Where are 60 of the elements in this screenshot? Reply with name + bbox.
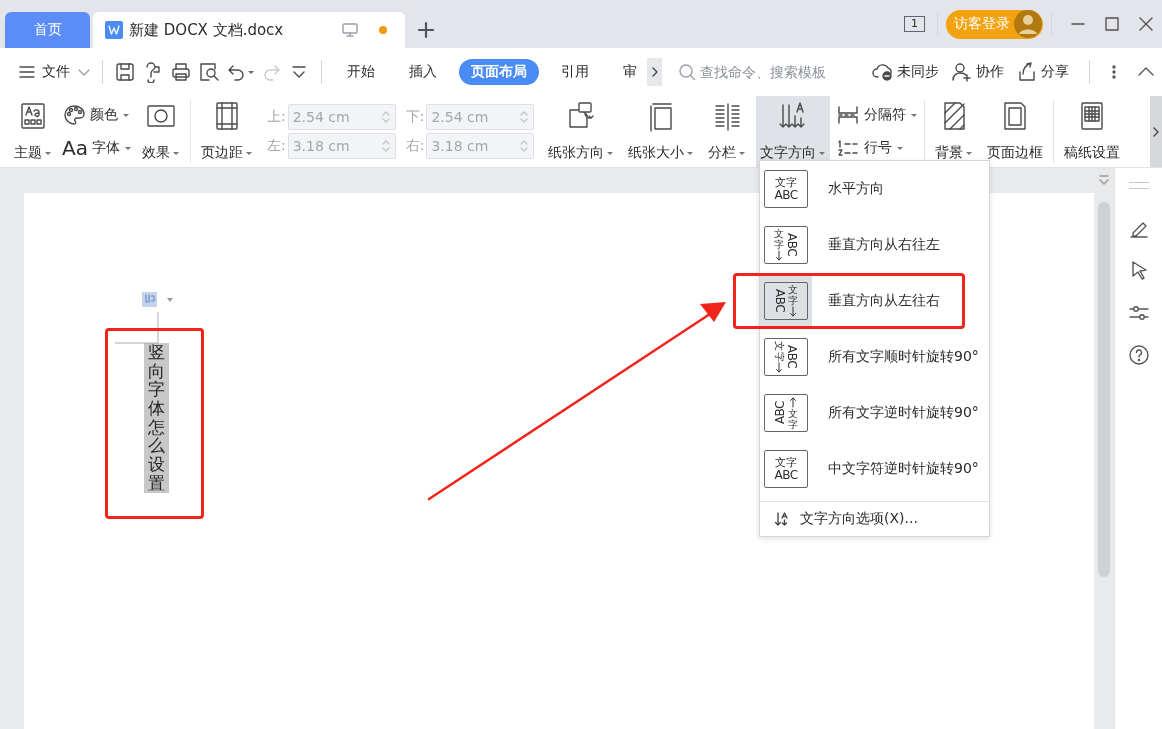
down-arrow-icon [789,306,797,318]
file-menu[interactable]: 文件 [18,63,92,81]
menu-icon [18,63,36,81]
spinner-icon [519,110,530,124]
sidebar-handle[interactable] [1128,182,1149,189]
toolbar-button[interactable]: 分享 [1016,61,1069,83]
window-count[interactable]: 1 [904,16,925,32]
field-label: 上: [266,108,286,126]
spinner-icon [519,139,530,153]
help-icon[interactable] [1126,343,1151,367]
sort-icon [774,511,790,527]
palette-icon [62,102,86,127]
toolbar-button[interactable]: 协作 [951,61,1004,83]
spinner-icon [380,139,391,153]
scrollbar-thumb[interactable] [1098,202,1110,577]
field-label: 下: [405,108,425,126]
ribbon-button[interactable]: 颜色 [62,102,132,127]
caret-icon[interactable] [247,68,255,76]
menu-item[interactable]: 文字 ABC 中文字符逆时针旋转90° [760,441,989,497]
avatar-icon[interactable] [1014,10,1042,38]
spinner-icon [380,110,391,124]
save-icon[interactable] [114,61,136,83]
ribbon-tab[interactable]: 审 [611,59,649,85]
ribbon-button[interactable]: 分栏 [704,96,751,167]
text-direction-icon: 文字 ABC [764,170,808,208]
close-icon[interactable] [1137,15,1155,33]
menu-item[interactable]: 文字方向选项(X)... [760,501,989,534]
caret-icon[interactable] [166,296,174,304]
ribbon-button[interactable]: 分隔符 [836,102,919,127]
selected-text: 竖向字体怎么设置 [144,343,169,493]
ribbon-button[interactable]: 效果 [137,96,184,167]
ribbon-tab[interactable]: 开始 [335,59,387,85]
chevron-icon [1152,125,1160,138]
share-icon [1016,61,1038,83]
ribbon-button[interactable]: 页边距 [196,96,257,167]
ribbon-button[interactable]: 行号 [836,136,919,161]
ribbon-tab[interactable]: 引用 [549,59,601,85]
print-icon[interactable] [170,61,192,83]
down-arrow-icon [775,250,783,262]
person-add-icon [951,61,973,83]
maximize-icon[interactable] [1103,15,1121,33]
print-preview-icon[interactable] [198,61,220,83]
up-arrow-icon [789,396,797,408]
toolbar-button[interactable]: 未同步 [872,61,939,83]
add-tab-icon[interactable] [417,21,435,39]
down-arrow-icon [775,362,783,374]
ribbon-button[interactable]: 纸张方向 [544,96,619,167]
ribbon-button[interactable]: 稿纸设置 [1060,96,1125,167]
ribbon-tab[interactable]: 插入 [397,59,449,85]
margin-corner-mark [115,312,159,344]
document-icon [105,21,123,39]
search-field[interactable]: 查找命令、搜索模板 [678,63,853,81]
cloud-icon [872,61,894,83]
text-direction-icon: 文字 ABC [764,450,808,488]
ribbon-button[interactable]: 纸张大小 [624,96,699,167]
field-label: 右: [405,137,425,155]
search-icon [678,63,696,81]
ribbon-button[interactable]: 主题 [10,96,56,167]
document-tab[interactable]: 新建 DOCX 文档.docx [93,12,405,48]
field-label: 左: [266,137,286,155]
